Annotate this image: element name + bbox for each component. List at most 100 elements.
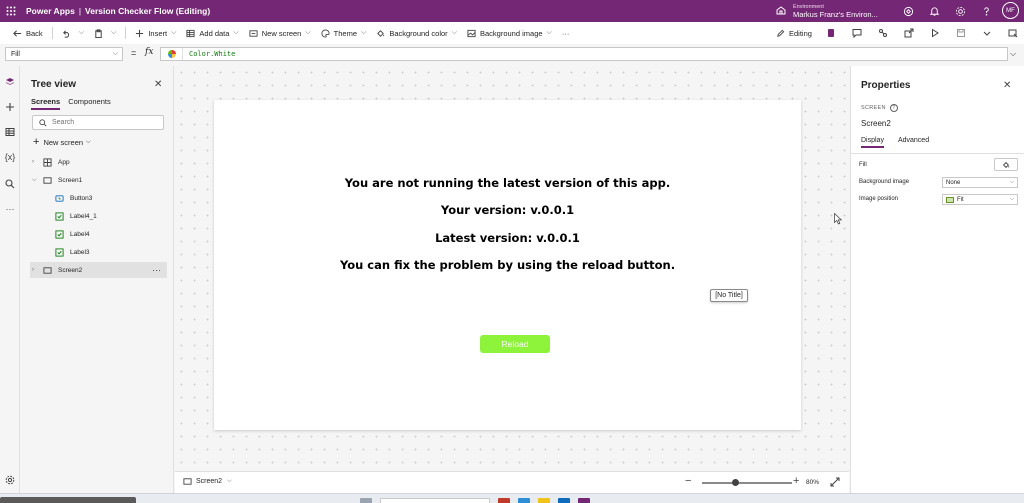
power-automate-icon[interactable]	[874, 24, 892, 42]
zoom-out-button[interactable]: −	[685, 475, 691, 487]
label-control-icon	[54, 247, 64, 257]
zoom-slider-thumb[interactable]	[732, 479, 739, 486]
back-label: Back	[26, 28, 43, 38]
formula-input[interactable]: Color.White	[160, 47, 1008, 61]
fx-icon[interactable]: fx	[145, 47, 153, 57]
save-icon[interactable]	[952, 24, 970, 42]
close-icon[interactable]: ✕	[154, 79, 162, 90]
tree-node-label: Button3	[70, 194, 93, 202]
settings-icon[interactable]	[952, 3, 968, 19]
chevron-down-icon[interactable]	[978, 24, 996, 42]
background-image-button[interactable]: Background image ⌵	[462, 22, 557, 44]
insert-icon[interactable]	[3, 100, 17, 114]
background-color-button[interactable]: Background color ⌵	[371, 22, 462, 44]
taskbar-app-icon[interactable]	[498, 498, 510, 503]
fill-color-picker[interactable]	[994, 158, 1018, 171]
copilot-icon[interactable]	[900, 3, 916, 19]
tree-node-label4-1[interactable]: Label4_1	[54, 208, 167, 224]
app-launcher-icon[interactable]	[0, 0, 22, 22]
tree-node-screen2[interactable]: › Screen2 ···	[30, 262, 167, 278]
image-position-label: Image position	[859, 196, 899, 202]
table-icon	[186, 29, 195, 37]
zoom-in-button[interactable]: +	[793, 475, 799, 487]
image-position-dropdown[interactable]: Fit ⌵	[942, 194, 1018, 205]
taskbar-widget-icon[interactable]	[360, 498, 372, 503]
latest-version-label[interactable]: Latest version: v.0.0.1	[214, 231, 801, 245]
new-screen-tree-label: New screen	[43, 137, 84, 147]
undo-icon	[62, 29, 69, 38]
tree-node-button3[interactable]: Button3	[54, 190, 167, 206]
background-image-label: Background image	[480, 28, 543, 38]
screen-selector[interactable]: Screen2 ⌵	[183, 477, 232, 486]
tree-node-label4[interactable]: Label4	[54, 226, 167, 242]
close-icon[interactable]: ✕	[1003, 80, 1011, 91]
chevron-right-icon[interactable]: ›	[32, 267, 42, 273]
taskbar-app-icon[interactable]	[538, 498, 550, 503]
editing-toggle[interactable]: Editing	[776, 29, 812, 38]
environment-label: Environment	[793, 4, 824, 10]
new-screen-button[interactable]: New screen ⌵	[244, 22, 316, 44]
settings-icon[interactable]	[3, 473, 17, 487]
preview-play-icon[interactable]	[926, 24, 944, 42]
new-screen-tree-button[interactable]: + New screen ⌵	[33, 136, 91, 148]
divider	[51, 27, 53, 39]
formula-text[interactable]: Color.White	[189, 50, 235, 58]
chevron-right-icon[interactable]: ›	[32, 159, 42, 165]
environment-picker[interactable]: Environment Markus Franz's Environ...	[775, 1, 878, 21]
tree-search-placeholder: Search	[52, 119, 75, 126]
app-checker-icon[interactable]	[822, 24, 840, 42]
tree-search-input[interactable]: Search	[32, 115, 164, 130]
insert-button[interactable]: Insert ⌵	[130, 22, 181, 44]
taskbar-search-box[interactable]	[380, 498, 490, 503]
publish-icon[interactable]	[1004, 24, 1022, 42]
undo-button[interactable]: ⌵	[57, 22, 89, 44]
tree-view-icon[interactable]	[3, 75, 17, 89]
taskbar-app-icon[interactable]	[558, 498, 570, 503]
property-dropdown[interactable]: Fill ⌵	[5, 47, 123, 61]
outdated-message-label[interactable]: You are not running the latest version o…	[214, 176, 801, 190]
more-commands-button[interactable]: ···	[557, 22, 575, 44]
tab-display[interactable]: Display	[861, 137, 884, 148]
tree-node-label: Label3	[70, 248, 90, 256]
comments-icon[interactable]	[848, 24, 866, 42]
color-picker-icon[interactable]	[161, 48, 183, 60]
notifications-icon[interactable]	[926, 3, 942, 19]
reload-button[interactable]: Reload	[480, 335, 550, 353]
taskbar-app-icon[interactable]	[518, 498, 530, 503]
theme-button[interactable]: Theme ⌵	[316, 22, 372, 44]
help-icon[interactable]: ?	[889, 104, 898, 112]
divider	[125, 27, 127, 39]
plus-icon: +	[33, 136, 40, 148]
fit-to-window-icon[interactable]	[830, 477, 840, 487]
background-image-dropdown[interactable]: None ⌵	[942, 177, 1018, 188]
your-version-label[interactable]: Your version: v.0.0.1	[214, 203, 801, 217]
search-icon[interactable]	[3, 177, 17, 191]
fix-hint-label[interactable]: You can fix the problem by using the rel…	[214, 258, 801, 272]
paste-button[interactable]: ⌵	[89, 22, 121, 44]
screen-preview[interactable]: You are not running the latest version o…	[214, 100, 801, 430]
tab-advanced[interactable]: Advanced	[898, 137, 929, 148]
tree-node-label3[interactable]: Label3	[54, 244, 167, 260]
tab-components[interactable]: Components	[68, 97, 111, 110]
taskbar-app-icon[interactable]	[578, 498, 590, 503]
divider	[851, 153, 1024, 154]
taskbar-app-thumbnail[interactable]	[0, 497, 136, 503]
expand-formula-icon[interactable]: ⌵	[1010, 49, 1016, 59]
tree-node-screen1[interactable]: ⌵ Screen1	[32, 172, 167, 188]
control-name[interactable]: Screen2	[861, 119, 891, 128]
chevron-down-icon[interactable]: ⌵	[32, 177, 42, 184]
data-icon[interactable]	[3, 125, 17, 139]
variables-icon[interactable]: {x}	[3, 150, 17, 164]
more-options-icon[interactable]: ···	[152, 265, 161, 275]
back-button[interactable]: Back	[8, 22, 48, 44]
user-avatar[interactable]: MF	[1002, 2, 1019, 19]
left-rail: {x} ···	[0, 66, 20, 503]
more-icon[interactable]: ···	[3, 202, 17, 216]
add-data-button[interactable]: Add data ⌵	[181, 22, 243, 44]
tree-node-app[interactable]: › App	[32, 154, 167, 170]
share-icon[interactable]	[900, 24, 918, 42]
zoom-slider[interactable]	[702, 482, 792, 484]
tab-screens[interactable]: Screens	[31, 97, 61, 110]
help-icon[interactable]	[978, 3, 994, 19]
design-canvas[interactable]: You are not running the latest version o…	[175, 66, 849, 471]
